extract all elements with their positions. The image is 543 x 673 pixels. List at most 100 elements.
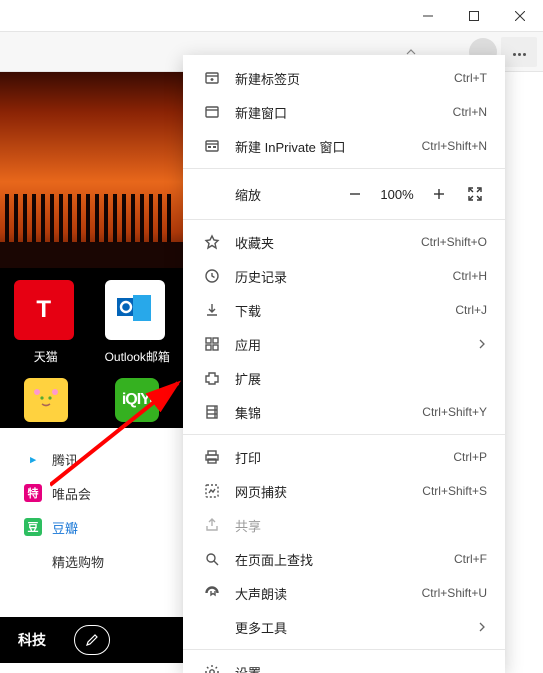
tile-lion[interactable] bbox=[24, 378, 68, 422]
menu-item-label: 打印 bbox=[235, 448, 453, 467]
menu-item-shortcut: Ctrl+Shift+N bbox=[422, 139, 487, 153]
menu-item-collect[interactable]: 集锦Ctrl+Shift+Y bbox=[183, 395, 505, 429]
quicklink-label: 腾讯 bbox=[52, 450, 78, 469]
zoom-value: 100% bbox=[373, 187, 421, 202]
print-icon bbox=[201, 449, 223, 465]
shopping-icon: 🛍 bbox=[24, 552, 42, 570]
menu-item-share[interactable]: 共享 bbox=[183, 508, 505, 542]
quicklink-vipshop[interactable]: 特 唯品会 bbox=[24, 476, 183, 510]
menu-item-read[interactable]: 大声朗读Ctrl+Shift+U bbox=[183, 576, 505, 610]
menu-item-shortcut: Ctrl+T bbox=[454, 71, 487, 85]
tile-outlook[interactable]: Outlook邮箱 bbox=[95, 276, 180, 365]
tile-tmall-icon: T bbox=[14, 280, 74, 340]
star-icon bbox=[201, 234, 223, 250]
menu-item-label: 新建窗口 bbox=[235, 103, 453, 122]
ext-icon bbox=[201, 370, 223, 386]
menu-separator bbox=[183, 219, 505, 220]
menu-item-apps[interactable]: 应用 bbox=[183, 327, 505, 361]
vipshop-icon: 特 bbox=[24, 484, 42, 502]
tile-iqiyi[interactable]: iQIYi bbox=[115, 378, 159, 422]
menu-item-shortcut: Ctrl+H bbox=[453, 269, 487, 283]
newtab-icon bbox=[201, 70, 223, 86]
maximize-button[interactable] bbox=[451, 0, 497, 32]
history-icon bbox=[201, 268, 223, 284]
quicklink-label: 唯品会 bbox=[52, 484, 91, 503]
menu-item-label: 网页捕获 bbox=[235, 482, 422, 501]
zoom-out-button[interactable] bbox=[337, 179, 373, 209]
douban-icon: 豆 bbox=[24, 518, 42, 536]
window-icon bbox=[201, 104, 223, 120]
menu-item-label: 下载 bbox=[235, 301, 455, 320]
menu-item-label: 历史记录 bbox=[235, 267, 453, 286]
menu-item-label: 设置 bbox=[235, 663, 487, 673]
quick-links: ▸ 腾讯 特 唯品会 豆 豆瓣 🛍 精选购物 bbox=[0, 432, 183, 582]
menu-item-label: 更多工具 bbox=[235, 618, 477, 637]
quicklink-douban[interactable]: 豆 豆瓣 bbox=[24, 510, 183, 544]
menu-item-newtab[interactable]: 新建标签页Ctrl+T bbox=[183, 61, 505, 95]
menu-item-shortcut: Ctrl+F bbox=[454, 552, 487, 566]
category-tech[interactable]: 科技 bbox=[18, 630, 46, 650]
menu-item-print[interactable]: 打印Ctrl+P bbox=[183, 440, 505, 474]
quicklink-label: 精选购物 bbox=[52, 552, 104, 571]
menu-item-settings[interactable]: 设置 bbox=[183, 655, 505, 673]
menu-item-shortcut: Ctrl+Shift+U bbox=[422, 586, 487, 600]
pencil-icon bbox=[85, 633, 99, 647]
hero-image bbox=[0, 72, 183, 272]
more-button[interactable] bbox=[501, 37, 537, 67]
menu-item-shortcut: Ctrl+J bbox=[455, 303, 487, 317]
menu-separator bbox=[183, 649, 505, 650]
window-titlebar bbox=[0, 0, 543, 32]
menu-item-find[interactable]: 在页面上查找Ctrl+F bbox=[183, 542, 505, 576]
menu-item-star[interactable]: 收藏夹Ctrl+Shift+O bbox=[183, 225, 505, 259]
settings-icon bbox=[201, 664, 223, 673]
menu-item-更多工具[interactable]: 更多工具 bbox=[183, 610, 505, 644]
edit-pill[interactable] bbox=[74, 625, 110, 655]
chevron-right-icon bbox=[477, 622, 487, 632]
close-button[interactable] bbox=[497, 0, 543, 32]
tencent-icon: ▸ bbox=[24, 450, 42, 468]
collect-icon bbox=[201, 404, 223, 420]
fullscreen-button[interactable] bbox=[457, 179, 493, 209]
menu-item-shortcut: Ctrl+P bbox=[453, 450, 487, 464]
tile-label: 天猫 bbox=[3, 348, 88, 365]
ellipsis-icon bbox=[512, 43, 527, 61]
menu-item-label: 应用 bbox=[235, 335, 477, 354]
zoom-in-button[interactable] bbox=[421, 179, 457, 209]
menu-item-inprivate[interactable]: 新建 InPrivate 窗口Ctrl+Shift+N bbox=[183, 129, 505, 163]
menu-item-shortcut: Ctrl+Shift+S bbox=[422, 484, 487, 498]
tile-label: Outlook邮箱 bbox=[95, 348, 180, 365]
menu-item-shortcut: Ctrl+Shift+O bbox=[421, 235, 487, 249]
menu-item-download[interactable]: 下载Ctrl+J bbox=[183, 293, 505, 327]
download-icon bbox=[201, 302, 223, 318]
inprivate-icon bbox=[201, 138, 223, 154]
menu-item-label: 收藏夹 bbox=[235, 233, 421, 252]
tile-outlook-icon bbox=[105, 280, 165, 340]
minimize-button[interactable] bbox=[405, 0, 451, 32]
menu-item-label: 新建 InPrivate 窗口 bbox=[235, 137, 422, 156]
menu-item-label: 共享 bbox=[235, 516, 487, 535]
menu-separator bbox=[183, 434, 505, 435]
capture-icon bbox=[201, 483, 223, 499]
quicklink-tencent[interactable]: ▸ 腾讯 bbox=[24, 442, 183, 476]
menu-item-ext[interactable]: 扩展 bbox=[183, 361, 505, 395]
menu-item-label: 在页面上查找 bbox=[235, 550, 454, 569]
chevron-right-icon bbox=[477, 339, 487, 349]
menu-item-label: 扩展 bbox=[235, 369, 487, 388]
quicklink-label: 豆瓣 bbox=[52, 518, 78, 537]
find-icon bbox=[201, 551, 223, 567]
share-icon bbox=[201, 517, 223, 533]
menu-item-label: 集锦 bbox=[235, 403, 422, 422]
tiles-row-1: T 天猫 Outlook邮箱 bbox=[0, 268, 183, 371]
menu-separator bbox=[183, 168, 505, 169]
zoom-row: 缩放100% bbox=[183, 174, 505, 214]
menu-item-window[interactable]: 新建窗口Ctrl+N bbox=[183, 95, 505, 129]
menu-item-capture[interactable]: 网页捕获Ctrl+Shift+S bbox=[183, 474, 505, 508]
apps-icon bbox=[201, 336, 223, 352]
menu-item-shortcut: Ctrl+Shift+Y bbox=[422, 405, 487, 419]
tile-tmall[interactable]: T 天猫 bbox=[3, 276, 88, 365]
menu-item-label: 新建标签页 bbox=[235, 69, 454, 88]
tiles-row-2: iQIYi bbox=[0, 368, 183, 428]
browser-menu: 新建标签页Ctrl+T新建窗口Ctrl+N新建 InPrivate 窗口Ctrl… bbox=[183, 55, 505, 673]
menu-item-history[interactable]: 历史记录Ctrl+H bbox=[183, 259, 505, 293]
quicklink-shopping[interactable]: 🛍 精选购物 bbox=[24, 544, 183, 578]
